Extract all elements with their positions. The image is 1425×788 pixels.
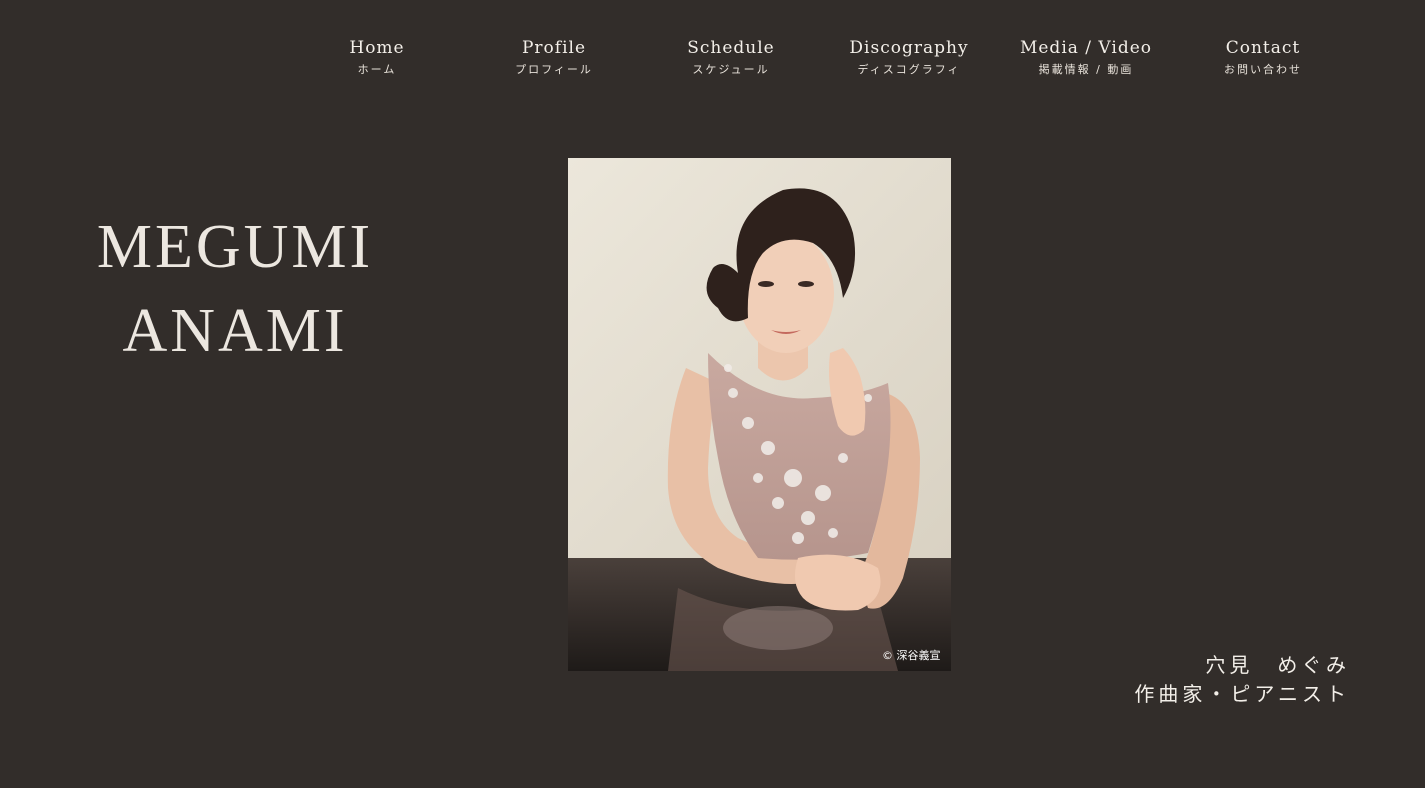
artist-info: 穴見 めぐみ 作曲家・ピアニスト [1134,651,1350,709]
nav-schedule[interactable]: Schedule スケジュール [646,38,816,77]
nav-schedule-label: Schedule [687,38,775,58]
portrait-illustration [568,158,951,671]
nav-media-video[interactable]: Media / Video 掲載情報 / 動画 [1001,38,1171,77]
site-title-line1: MEGUMI [96,213,374,281]
nav-media-video-label: Media / Video [1019,38,1153,58]
nav-profile-sublabel: プロフィール [515,63,593,76]
nav-discography-sublabel: ディスコグラフィ [857,63,961,76]
main-nav: Home ホーム Profile プロフィール Schedule スケジュール … [0,0,1425,100]
nav-media-video-sublabel: 掲載情報 / 動画 [1038,63,1134,76]
nav-discography[interactable]: Discography ディスコグラフィ [824,38,994,77]
nav-schedule-sublabel: スケジュール [692,63,770,76]
artist-title-jp: 作曲家・ピアニスト [1134,682,1350,706]
nav-contact-label: Contact [1225,38,1301,58]
site-title-line2: ANAMI [122,297,348,365]
site-title: MEGUMI ANAMI [60,205,410,373]
artist-name-jp: 穴見 めぐみ [1205,653,1350,677]
nav-discography-label: Discography [849,38,969,58]
nav-profile-label: Profile [521,38,587,58]
photo-credit: © 深谷義宣 [882,649,941,662]
nav-contact[interactable]: Contact お問い合わせ [1178,38,1348,77]
nav-home-label: Home [349,38,405,58]
nav-profile[interactable]: Profile プロフィール [469,38,639,77]
portrait-photo [568,158,951,671]
nav-contact-sublabel: お問い合わせ [1224,63,1302,76]
nav-home[interactable]: Home ホーム [292,38,462,77]
nav-home-sublabel: ホーム [357,63,397,76]
